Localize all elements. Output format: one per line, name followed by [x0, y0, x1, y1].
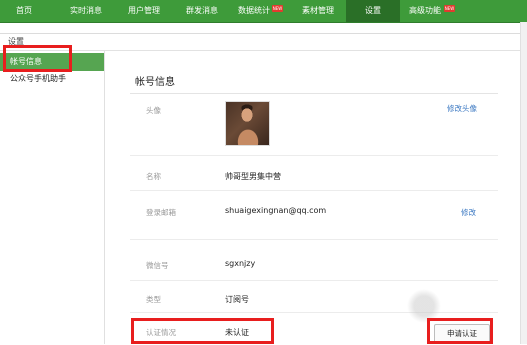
divider	[130, 93, 498, 94]
nav-home[interactable]: 首页	[0, 0, 48, 22]
sidebar-item-mobile-assistant[interactable]: 公众号手机助手	[0, 70, 104, 88]
change-avatar-link[interactable]: 修改头像	[447, 103, 477, 114]
main-panel	[105, 51, 520, 344]
divider	[130, 155, 498, 156]
new-badge: NEW	[444, 5, 455, 12]
name-label: 名称	[146, 172, 161, 181]
top-nav: 首页 实时消息 用户管理 群发消息 数据统计 NEW 素材管理 设置 高级功能 …	[0, 0, 527, 23]
sidebar: 帐号信息 公众号手机助手	[0, 51, 105, 344]
email-value: shuaigexingnan@qq.com	[225, 206, 327, 215]
type-value: 订阅号	[225, 295, 249, 304]
highlight-box	[427, 318, 493, 344]
nav-user-management[interactable]: 用户管理	[116, 0, 172, 22]
nav-mass-messages[interactable]: 群发消息	[174, 0, 230, 22]
type-label: 类型	[146, 295, 161, 304]
name-value: 帅哥型男集中营	[225, 172, 281, 181]
new-badge: NEW	[272, 5, 283, 12]
divider	[130, 239, 498, 240]
nav-advanced[interactable]: 高级功能	[400, 0, 450, 22]
highlight-box	[3, 45, 72, 72]
nav-settings[interactable]: 设置	[346, 0, 400, 22]
section-title: 帐号信息	[135, 77, 175, 88]
change-email-link[interactable]: 修改	[461, 207, 476, 218]
divider	[130, 190, 498, 191]
nav-materials[interactable]: 素材管理	[290, 0, 346, 22]
avatar-label: 头像	[146, 106, 161, 115]
email-label: 登录邮箱	[146, 208, 176, 217]
divider	[130, 280, 498, 281]
highlight-box	[131, 318, 274, 344]
scrollbar[interactable]	[520, 22, 527, 344]
nav-realtime-messages[interactable]: 实时消息	[58, 0, 114, 22]
wechat-id-value: sgxnjzy	[225, 259, 256, 268]
wechat-id-label: 微信号	[146, 261, 169, 270]
avatar	[225, 101, 270, 146]
